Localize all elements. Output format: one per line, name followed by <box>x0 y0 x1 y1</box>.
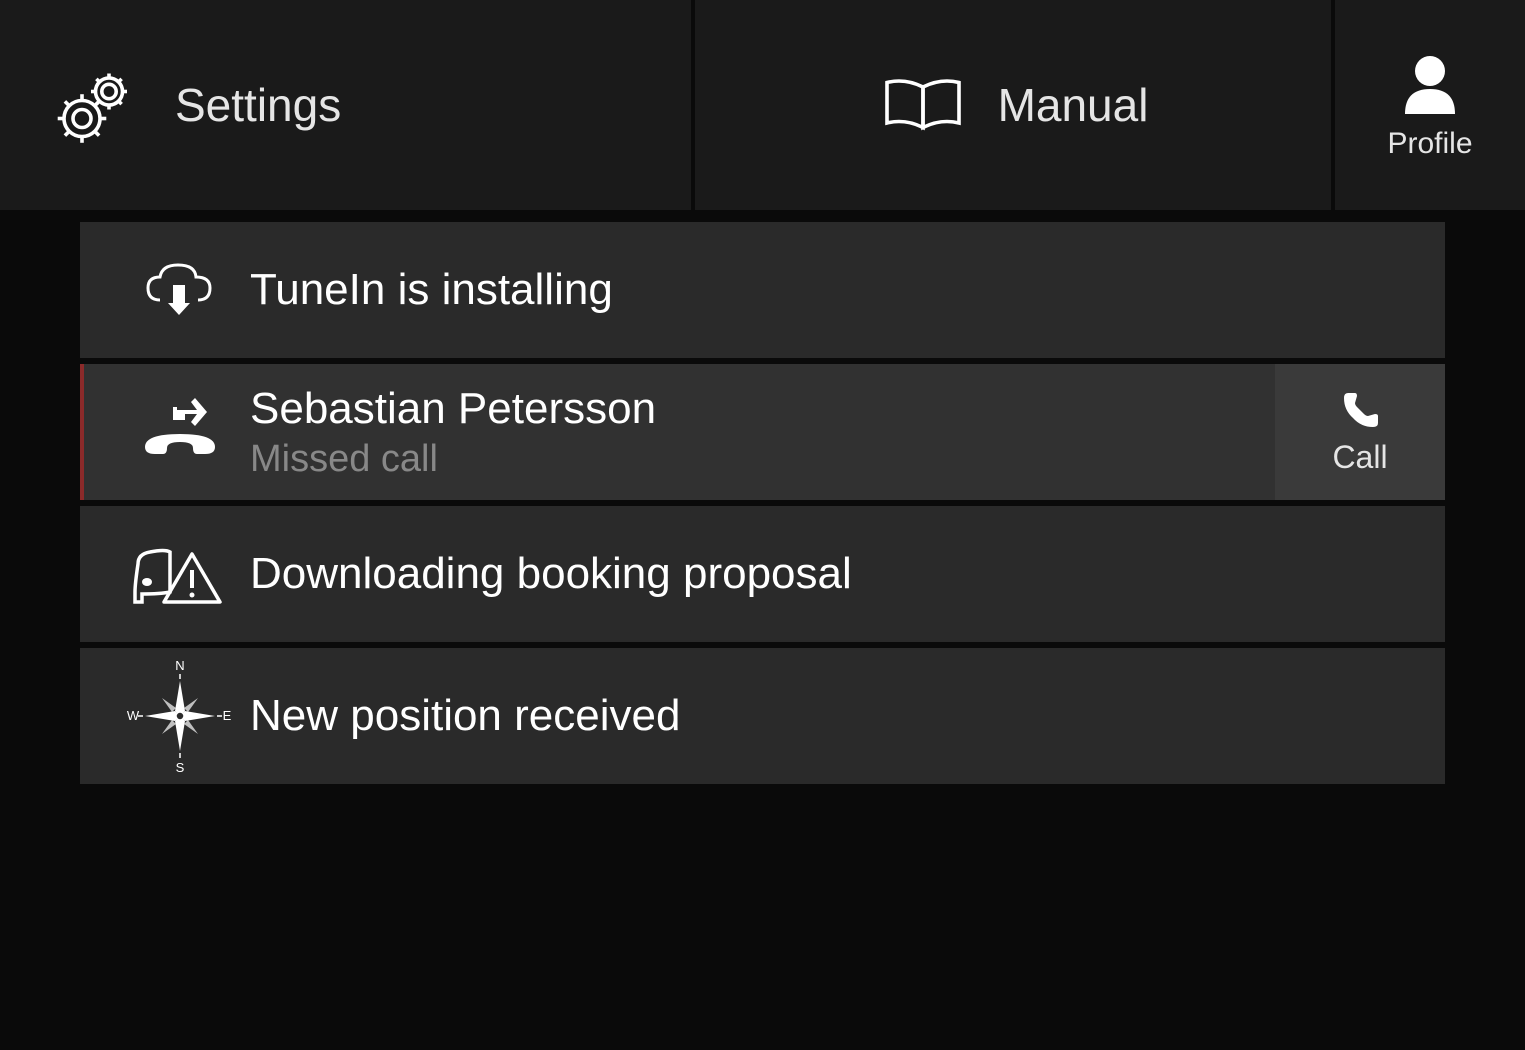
cloud-download-icon <box>110 255 250 325</box>
profile-button[interactable]: Profile <box>1335 0 1525 210</box>
notification-item-position[interactable]: N S W E <box>80 648 1445 784</box>
phone-icon <box>1338 388 1383 433</box>
settings-button[interactable]: Settings <box>0 0 691 210</box>
notification-title: TuneIn is installing <box>250 265 1445 315</box>
notification-item-booking[interactable]: Downloading booking proposal <box>80 506 1445 642</box>
profile-icon <box>1395 49 1465 119</box>
notification-subtitle: Missed call <box>250 438 1275 481</box>
gear-icon <box>55 60 145 150</box>
notification-title: Downloading booking proposal <box>250 549 1445 599</box>
svg-text:W: W <box>127 708 140 723</box>
car-alert-icon <box>110 534 250 614</box>
svg-text:E: E <box>223 708 232 723</box>
svg-text:N: N <box>175 658 184 673</box>
manual-button[interactable]: Manual <box>695 0 1331 210</box>
notification-list: TuneIn is installing Sebastian Petersson… <box>0 210 1525 784</box>
manual-label: Manual <box>998 78 1149 132</box>
call-button-label: Call <box>1332 439 1387 476</box>
book-icon <box>878 70 968 140</box>
notification-title: New position received <box>250 691 1445 741</box>
profile-label: Profile <box>1387 127 1472 161</box>
svg-text:S: S <box>176 760 185 775</box>
missed-call-icon <box>110 392 250 472</box>
compass-icon: N S W E <box>110 656 250 776</box>
notification-item-install[interactable]: TuneIn is installing <box>80 222 1445 358</box>
notification-item-missed-call[interactable]: Sebastian Petersson Missed call Call <box>80 364 1445 500</box>
notification-title: Sebastian Petersson <box>250 384 1275 434</box>
call-button[interactable]: Call <box>1275 364 1445 500</box>
settings-label: Settings <box>175 78 341 132</box>
